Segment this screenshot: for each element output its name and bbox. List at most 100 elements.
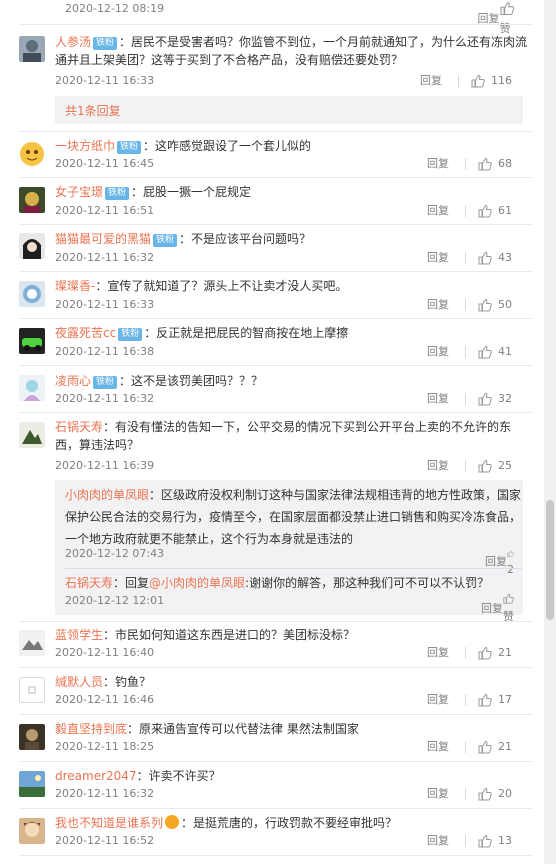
avatar[interactable]	[19, 187, 45, 213]
comment-user[interactable]: 石锅天寿	[55, 420, 103, 434]
avatar[interactable]	[19, 233, 45, 259]
thumbs-up-icon	[478, 345, 492, 359]
comment-user[interactable]: 缄默人员	[55, 675, 103, 689]
divider	[465, 158, 466, 170]
thumbs-up-icon	[478, 834, 492, 848]
divider	[19, 808, 532, 809]
avatar[interactable]	[19, 422, 45, 448]
fan-badge: 铁粉	[118, 328, 143, 341]
like-button[interactable]: 17	[478, 692, 512, 708]
reply-button[interactable]: 回复	[427, 156, 449, 172]
avatar-image	[19, 36, 45, 62]
comment-meta: 2020-12-11 16:33 回复 50	[55, 297, 532, 313]
avatar[interactable]	[19, 281, 45, 307]
like-count: 61	[498, 204, 512, 217]
reply-button[interactable]: 回复	[427, 692, 449, 708]
reply-button[interactable]: 回复	[427, 297, 449, 313]
like-button[interactable]: 32	[478, 391, 512, 407]
like-button[interactable]: 21	[478, 739, 512, 755]
reply-button[interactable]: 回复	[427, 250, 449, 266]
fan-badge: 铁粉	[93, 37, 118, 50]
comment-user[interactable]: 我也不知道是谁系列	[55, 816, 163, 830]
reply-button[interactable]: 回复	[427, 344, 449, 360]
reply-user[interactable]: 石锅天寿	[65, 576, 113, 590]
thumbs-up-icon	[478, 740, 492, 754]
avatar[interactable]	[19, 818, 45, 844]
comment-user[interactable]: 凌雨心	[55, 374, 91, 388]
thumbs-up-icon	[478, 693, 492, 707]
like-button[interactable]: 赞	[500, 1, 515, 37]
reply-box	[55, 96, 523, 124]
avatar[interactable]	[19, 630, 45, 656]
comment-meta: 2020-12-11 16:52 回复 13	[55, 833, 532, 849]
reply-body: 小肉肉的单凤眼：区级政府没权利制订这种与国家法律法规相违背的地方性政策，国家保护…	[65, 484, 522, 550]
comment-user[interactable]: dreamer2047	[55, 769, 137, 783]
comment-user[interactable]: 毅直坚持到底	[55, 722, 127, 736]
comment-user[interactable]: 夜露死苦cc	[55, 326, 116, 340]
divider	[465, 252, 466, 264]
comment-text: ：原来通告宣传可以代替法律 果然法制国家	[127, 722, 359, 736]
comment-user[interactable]: 璨璨香-	[55, 279, 95, 293]
comment-meta: 2020-12-12 08:19 回复 赞	[65, 1, 522, 35]
avatar[interactable]	[19, 677, 45, 703]
avatar[interactable]	[19, 328, 45, 354]
comment-body: 凌雨心 铁粉 ：这不是该罚美团吗？？？	[55, 372, 532, 390]
like-button[interactable]: 43	[478, 250, 512, 266]
reply-button[interactable]: 回复	[427, 458, 449, 474]
comment-time: 2020-12-11 16:39	[55, 459, 155, 472]
thumbs-up-icon	[478, 298, 492, 312]
like-count: 116	[491, 74, 512, 87]
reply-button[interactable]: 回复	[427, 391, 449, 407]
fan-badge: 铁粉	[153, 234, 178, 247]
divider	[458, 75, 459, 87]
comment-user[interactable]: 女子宝璟	[55, 185, 103, 199]
reply-button[interactable]: 回复	[427, 645, 449, 661]
like-button[interactable]: 13	[478, 833, 512, 849]
reply-user[interactable]: 小肉肉的单凤眼	[65, 488, 149, 502]
thumbs-up-icon	[507, 550, 514, 557]
comment-time: 2020-12-11 16:40	[55, 646, 155, 659]
scrollbar-thumb[interactable]	[546, 500, 554, 620]
like-button[interactable]: 41	[478, 344, 512, 360]
comment-user[interactable]: 人参汤	[55, 35, 91, 49]
reply-button[interactable]: 回复	[427, 203, 449, 219]
mention-link[interactable]: @小肉肉的单凤眼	[149, 576, 245, 590]
divider	[465, 788, 466, 800]
divider	[19, 24, 532, 25]
reply-button[interactable]: 回复	[427, 739, 449, 755]
like-count: 20	[498, 787, 512, 800]
like-count: 13	[498, 834, 512, 847]
comment-time: 2020-12-11 16:51	[55, 204, 155, 217]
avatar[interactable]	[19, 771, 45, 797]
like-button[interactable]: 116	[471, 73, 512, 89]
like-count: 41	[498, 345, 512, 358]
like-button[interactable]: 61	[478, 203, 512, 219]
fan-badge: 铁粉	[93, 376, 118, 389]
comment-body: 夜露死苦cc 铁粉 ：反正就是把屁民的智商按在地上摩擦	[55, 324, 532, 342]
like-button[interactable]: 25	[478, 458, 512, 474]
comment-text: ：市民如何知道这东西是进口的？美团标没标？	[103, 628, 356, 642]
comment-user[interactable]: 蓝领学生	[55, 628, 103, 642]
avatar[interactable]	[19, 141, 45, 167]
like-button[interactable]: 68	[478, 156, 512, 172]
comment-meta: 2020-12-11 16:40 回复 21	[55, 645, 532, 661]
avatar-image	[19, 724, 45, 750]
like-button[interactable]: 20	[478, 786, 512, 802]
reply-button[interactable]: 回复	[420, 73, 442, 89]
reply-button[interactable]: 回复	[427, 833, 449, 849]
comment-user[interactable]: 一块方纸巾	[55, 139, 115, 153]
avatar[interactable]	[19, 375, 45, 401]
like-button[interactable]: 50	[478, 297, 512, 313]
comment-meta: 2020-12-11 16:32 回复 32	[55, 391, 532, 407]
divider	[19, 177, 532, 178]
like-button[interactable]: 21	[478, 645, 512, 661]
reply-button[interactable]: 回复	[427, 786, 449, 802]
more-replies-link[interactable]: 共1条回复	[65, 102, 121, 120]
reply-button[interactable]: 回复	[481, 601, 503, 617]
avatar[interactable]	[19, 36, 45, 62]
comment-text: ：许卖不许买？	[136, 769, 221, 783]
scrollbar[interactable]	[544, 0, 556, 864]
avatar[interactable]	[19, 724, 45, 750]
comment-user[interactable]: 猫猫最可爱的黑猫	[55, 232, 151, 246]
like-count: 32	[498, 392, 512, 405]
